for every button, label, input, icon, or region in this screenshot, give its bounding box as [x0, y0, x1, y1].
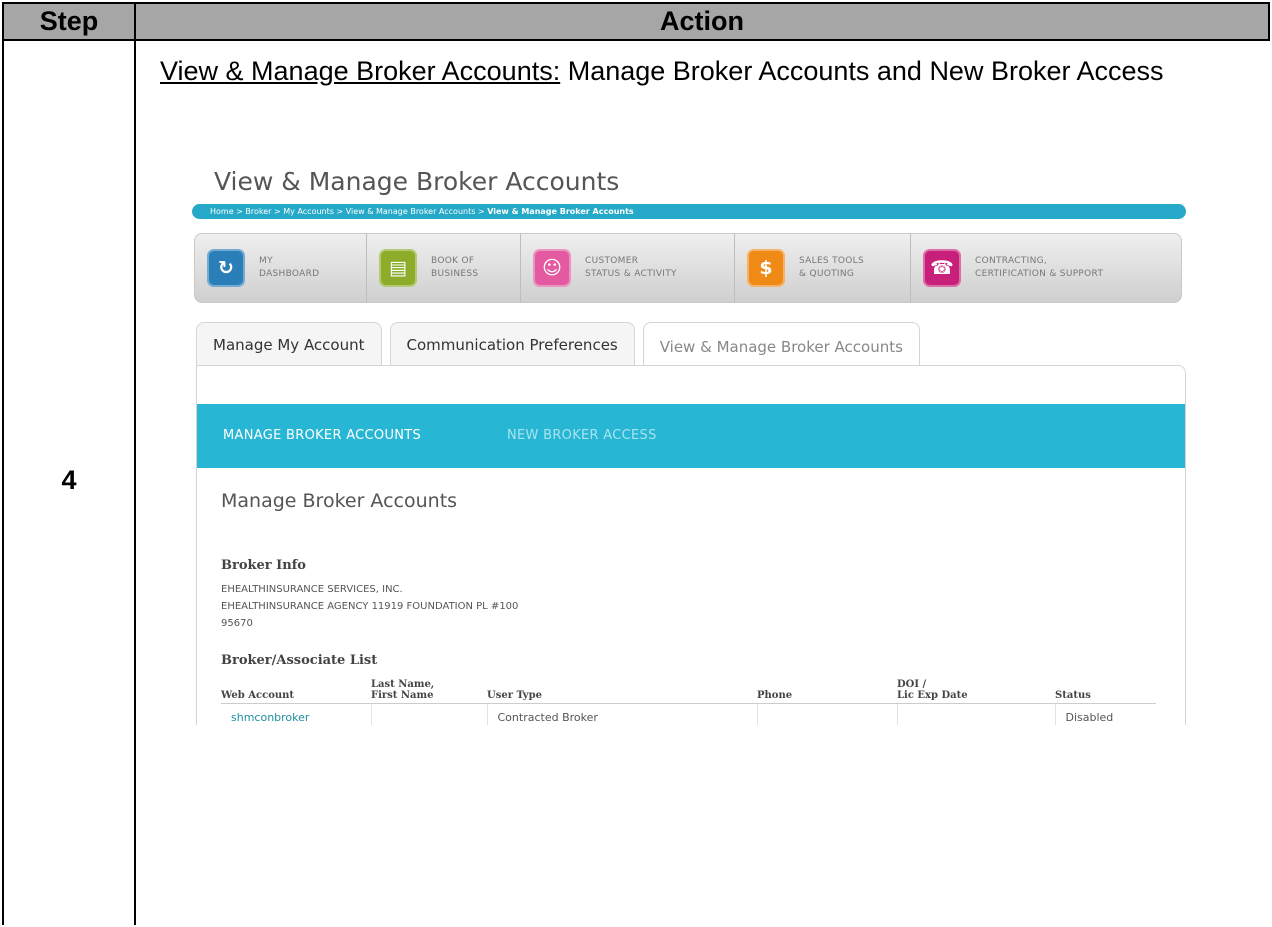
- broker-info-title: Broker Info: [221, 558, 306, 573]
- step-column-header: Step: [2, 2, 136, 41]
- table-header-row: Web Account Last Name, First Name User Type…: [221, 671, 1156, 704]
- name-cell: [370, 703, 487, 725]
- user-type-cell: Contracted Broker: [486, 703, 757, 725]
- broker-list-title: Broker/Associate List: [221, 653, 378, 668]
- tab-panel: MANAGE BROKER ACCOUNTS NEW BROKER ACCESS…: [196, 365, 1186, 725]
- breadcrumb-path[interactable]: Home > Broker > My Accounts > View & Man…: [210, 207, 487, 216]
- tab-view-manage-broker-accounts[interactable]: View & Manage Broker Accounts: [642, 322, 920, 370]
- broker-info: EHEALTHINSURANCE SERVICES, INC. EHEALTHI…: [221, 581, 518, 632]
- step-number: 4: [61, 465, 77, 495]
- broker-info-line: 95670: [221, 618, 253, 629]
- main-nav: ↻ MY DASHBOARD ▤ BOOK OF BUSINESS ☺ CUSTOM…: [194, 233, 1182, 303]
- dashboard-icon: ↻: [207, 249, 245, 287]
- nav-label-line1: SALES TOOLS: [799, 256, 865, 266]
- section-title: Manage Broker Accounts: [221, 490, 458, 512]
- column-user-type: User Type: [487, 671, 757, 704]
- nav-item-contracting[interactable]: ☎ CONTRACTING, CERTIFICATION & SUPPORT: [911, 234, 1181, 302]
- tab-communication-preferences[interactable]: Communication Preferences: [389, 322, 635, 367]
- breadcrumb: Home > Broker > My Accounts > View & Man…: [192, 204, 1186, 219]
- nav-label-line2: BUSINESS: [431, 269, 479, 279]
- step-description: View & Manage Broker Accounts: Manage Br…: [160, 52, 1260, 90]
- page-title: View & Manage Broker Accounts: [214, 167, 620, 196]
- nav-item-sales-tools[interactable]: $ SALES TOOLS & QUOTING: [735, 234, 911, 302]
- phone-book-icon: ☎: [923, 249, 961, 287]
- subnav-new-broker-access[interactable]: NEW BROKER ACCESS: [507, 404, 657, 468]
- phone-cell: [756, 703, 897, 725]
- subnav-manage-broker-accounts[interactable]: MANAGE BROKER ACCOUNTS: [223, 404, 421, 468]
- broker-associate-table: Web Account Last Name, First Name User Type…: [221, 671, 1156, 725]
- column-name: Last Name, First Name: [371, 671, 487, 704]
- nav-item-customer-status[interactable]: ☺ CUSTOMER STATUS & ACTIVITY: [521, 234, 735, 302]
- doi-cell: [896, 703, 1055, 725]
- nav-label-line2: STATUS & ACTIVITY: [585, 269, 677, 279]
- column-status: Status: [1055, 671, 1156, 704]
- nav-label-line2: & QUOTING: [799, 269, 855, 279]
- broker-info-line: EHEALTHINSURANCE AGENCY 11919 FOUNDATION…: [221, 601, 519, 612]
- people-icon: ☺: [533, 249, 571, 287]
- nav-label-line1: MY: [259, 256, 273, 266]
- column-doi-lic-exp: DOI / Lic Exp Date: [897, 671, 1055, 704]
- nav-item-book-of-business[interactable]: ▤ BOOK OF BUSINESS: [367, 234, 521, 302]
- table-body: shmconbrokerContracted BrokerDisabledsen…: [221, 703, 1156, 726]
- column-web-account: Web Account: [221, 671, 371, 704]
- table-row: shmconbroker Contracted Broker Disabled: [221, 703, 1156, 726]
- book-icon: ▤: [379, 249, 417, 287]
- nav-label-line1: CONTRACTING,: [975, 256, 1048, 266]
- account-tabs: Manage My Account Communication Preferen…: [196, 322, 928, 370]
- nav-label-line2: CERTIFICATION & SUPPORT: [975, 269, 1104, 279]
- step-description-link: View & Manage Broker Accounts:: [160, 56, 561, 86]
- breadcrumb-current: View & Manage Broker Accounts: [487, 207, 634, 216]
- step-description-text: Manage Broker Accounts and New Broker Ac…: [560, 56, 1164, 86]
- web-account-link[interactable]: shmconbroker: [221, 704, 371, 726]
- nav-label-line1: BOOK OF: [431, 256, 475, 266]
- column-phone: Phone: [757, 671, 897, 704]
- embedded-screenshot: View & Manage Broker Accounts Home > Bro…: [186, 155, 1196, 725]
- sub-navigation: MANAGE BROKER ACCOUNTS NEW BROKER ACCESS: [197, 404, 1185, 507]
- dollar-icon: $: [747, 249, 785, 287]
- tab-manage-my-account[interactable]: Manage My Account: [196, 322, 382, 367]
- nav-label-line2: DASHBOARD: [259, 269, 320, 279]
- action-column-header: Action: [134, 2, 1270, 41]
- nav-item-dashboard[interactable]: ↻ MY DASHBOARD: [195, 234, 367, 302]
- nav-label-line1: CUSTOMER: [585, 256, 639, 266]
- instruction-document: Step Action 4 View & Manage Broker Accou…: [2, 2, 1272, 925]
- status-cell: Disabled: [1054, 703, 1156, 725]
- broker-info-line: EHEALTHINSURANCE SERVICES, INC.: [221, 584, 403, 595]
